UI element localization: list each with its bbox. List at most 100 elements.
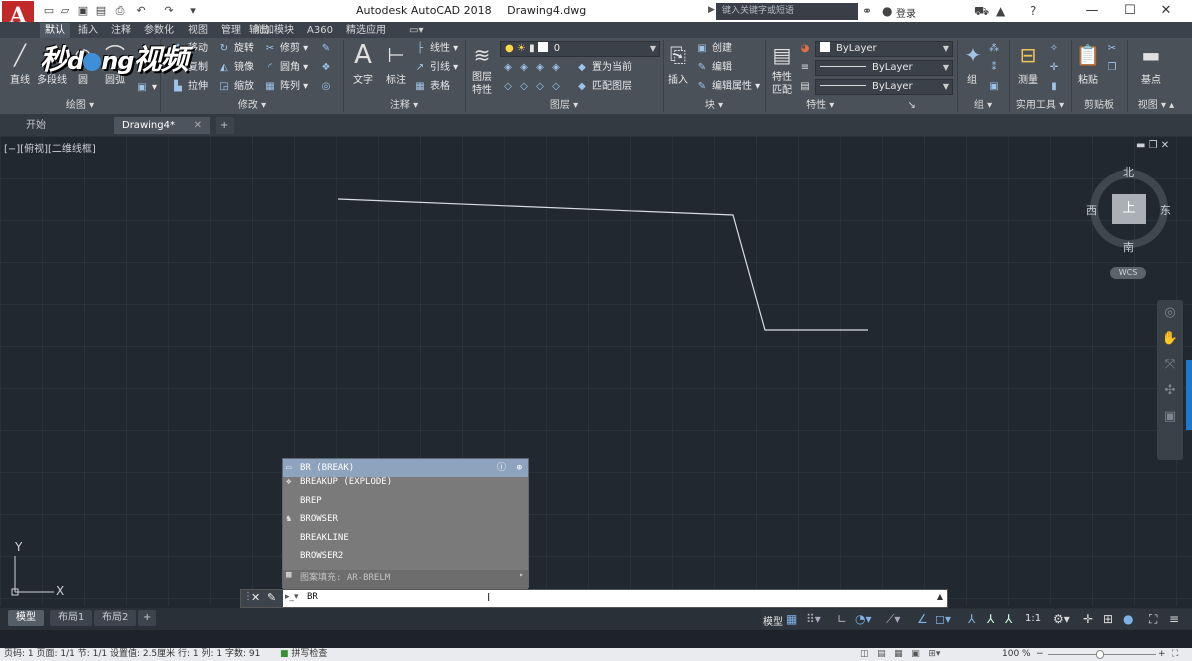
save-icon[interactable]: ▣ (76, 4, 90, 18)
leader-button[interactable]: ↗ 引线 ▾ (414, 60, 458, 76)
color-dropdown[interactable]: ByLayer ▼ (815, 41, 953, 57)
command-prompt-icon[interactable]: ▸_▾ (285, 592, 299, 602)
showmotion-icon[interactable]: ▣ (1157, 404, 1183, 430)
workspace-gear-icon[interactable]: ⚙▾ (1053, 611, 1070, 627)
wcs-menu[interactable]: WCS (1110, 267, 1146, 279)
drawing-geometry[interactable] (0, 136, 1192, 606)
edit-block-button[interactable]: ✎ 编辑 (696, 60, 732, 76)
a360-icon[interactable]: ▲ (996, 4, 1005, 18)
cut-icon[interactable]: ✂ (1106, 41, 1122, 57)
explode-icon[interactable]: ❖ (320, 60, 336, 76)
fillet-button[interactable]: ◜ 圆角 ▾ (264, 60, 308, 76)
autocomplete-item[interactable]: ♞ BROWSER (283, 514, 528, 533)
tab-insert[interactable]: 插入 (73, 23, 103, 38)
drawing-tab[interactable]: Drawing4* ✕ (114, 117, 210, 134)
zoom-extents-icon[interactable]: ⤧ (1157, 352, 1183, 378)
maximize-button[interactable]: ☐ (1112, 2, 1148, 20)
annotation-scale[interactable]: 1:1 (1025, 613, 1041, 624)
trim-button[interactable]: ✂ 修剪 ▾ (264, 41, 308, 57)
zoom-in-icon[interactable]: + (1158, 648, 1166, 661)
customization-menu-icon[interactable]: ≡ (1169, 611, 1179, 627)
layout1-tab[interactable]: 布局1 (50, 610, 93, 626)
match-layer-button[interactable]: ◆ 匹配图层 (576, 79, 632, 95)
text-button[interactable]: A 文字 (348, 42, 378, 86)
rotate-button[interactable]: ↻ 旋转 (218, 41, 254, 57)
start-tab[interactable]: 开始 (18, 117, 110, 134)
fullscreen-icon[interactable]: ⛶ (1172, 648, 1178, 661)
autocomplete-item[interactable]: ❖ BREAKUP (EXPLODE) (283, 477, 528, 496)
osnap-icon[interactable]: ◻▾ (935, 611, 951, 627)
utilities-panel-title[interactable]: 实用工具 ▾ (1010, 99, 1070, 113)
tab-addins[interactable]: 附加模块 (249, 23, 299, 38)
annotation-panel-title[interactable]: 注释 ▾ (344, 99, 464, 113)
set-current-button[interactable]: ◆ 置为当前 (576, 60, 632, 76)
linetype-dropdown[interactable]: ByLayer ▼ (815, 60, 953, 76)
command-line[interactable]: ⋮ ✕ ✎ ▸_▾ BR I ▲ (240, 589, 948, 608)
groups-panel-title[interactable]: 组 ▾ (958, 99, 1008, 113)
tab-parametric[interactable]: 参数化 (139, 23, 179, 38)
viewcube-top-face[interactable]: 上 (1112, 194, 1146, 224)
compass-west[interactable]: 西 (1086, 202, 1097, 218)
lineweight-dropdown[interactable]: ByLayer ▼ (815, 79, 953, 95)
pan-hand-icon[interactable]: ✋ (1157, 326, 1183, 352)
compass-east[interactable]: 东 (1160, 202, 1171, 218)
layer-tools-row2[interactable]: ◇ ◇ ◇ ◇ (502, 79, 566, 95)
compass-south[interactable]: 南 (1123, 239, 1134, 255)
search-expand-icon[interactable]: ▶ (708, 5, 715, 15)
redo-icon[interactable]: ↷ (162, 4, 176, 18)
calculator-icon[interactable]: ▮ (1048, 79, 1064, 95)
clipboard-panel-title[interactable]: 剪贴板 (1072, 99, 1126, 113)
steering-wheel-icon[interactable]: ◎ (1157, 300, 1183, 326)
customize-wrench-icon[interactable]: ✎ (267, 591, 276, 604)
minimize-button[interactable]: — (1074, 2, 1110, 20)
properties-panel-title[interactable]: 特性 ▾ ↘ (766, 99, 956, 113)
view-mode-icons[interactable]: ◫ ▤ ▦ ▣ ⊞▾ (860, 648, 940, 661)
command-history-icon[interactable]: ▲ (937, 592, 943, 601)
save-as-icon[interactable]: ▤ (94, 4, 108, 18)
scale-button[interactable]: ◲ 缩放 (218, 79, 254, 95)
tab-view[interactable]: 视图 (183, 23, 213, 38)
sign-in-button[interactable]: 登录 (896, 5, 916, 20)
modify-panel-title[interactable]: 修改 ▾ (162, 99, 342, 113)
annotation-scale-icon[interactable]: ⅄ (1005, 611, 1012, 627)
new-tab-icon[interactable]: + (216, 117, 234, 134)
drawing-canvas[interactable]: [−][俯视][二维线框] ▬ ❐ ✕ Y X 上 北 南 西 东 WCS ◎ … (0, 136, 1192, 606)
units-icon[interactable]: ⊞ (1103, 611, 1113, 627)
layer-tools-row1[interactable]: ◈ ◈ ◈ ◈ (502, 60, 566, 76)
table-button[interactable]: ▦ 表格 (414, 79, 450, 95)
snap-icon[interactable]: ⠿▾ (806, 611, 821, 627)
osnap-tracking-icon[interactable]: ∠ (917, 611, 928, 627)
autocomplete-selected-item[interactable]: ▭ BR (BREAK) ⓘ ⊕ (283, 459, 528, 477)
measure-button[interactable]: ⊟ 测量 (1012, 42, 1044, 86)
search-input[interactable]: 键入关键字或短语 (716, 3, 858, 20)
edit-attributes-button[interactable]: ✎ 编辑属性 ▾ (696, 79, 760, 95)
close-command-line-icon[interactable]: ✕ (251, 591, 260, 604)
line-button[interactable]: ╱ 直线 (6, 42, 34, 86)
tab-options-icon[interactable]: ▭▾ (404, 23, 428, 38)
block-panel-title[interactable]: 块 ▾ (664, 99, 764, 113)
ungroup-icon[interactable]: ⁂ (988, 41, 1004, 57)
print-icon[interactable]: ⎙ (113, 4, 127, 18)
tab-annotate[interactable]: 注释 (106, 23, 136, 38)
group-select-icon[interactable]: ▣ (988, 79, 1004, 95)
offset-icon[interactable]: ◎ (320, 79, 336, 95)
isodraft-icon[interactable]: ⟋▾ (886, 611, 900, 627)
annotation-visibility-icon[interactable]: ⅄ (968, 611, 975, 627)
create-block-button[interactable]: ▣ 创建 (696, 41, 732, 57)
layer-properties-button[interactable]: ≋ 图层特性 (468, 42, 496, 97)
dimension-button[interactable]: ⊢ 标注 (381, 42, 411, 86)
tab-default[interactable]: 默认 (40, 23, 70, 38)
tab-manage[interactable]: 管理 (216, 23, 246, 38)
layout2-tab[interactable]: 布局2 (94, 610, 137, 626)
close-button[interactable]: ✕ (1148, 2, 1184, 20)
match-properties-button[interactable]: ▤ 特性匹配 (768, 42, 796, 97)
undo-icon[interactable]: ↶ (134, 4, 148, 18)
linear-button[interactable]: ├ 线性 ▾ (414, 41, 458, 57)
clean-screen-icon[interactable]: ⛶ (1149, 611, 1157, 627)
draw-panel-title[interactable]: 绘图 ▾ (0, 99, 160, 113)
draw-extra-icon[interactable]: ▣ ▾ (136, 80, 157, 96)
autocomplete-item[interactable]: BREP (283, 496, 528, 515)
spell-check-status[interactable]: ■ 拼写检查 (280, 648, 327, 661)
annotation-monitor-icon[interactable]: ✛ (1083, 611, 1093, 627)
base-view-button[interactable]: ▬ 基点 (1134, 42, 1168, 86)
